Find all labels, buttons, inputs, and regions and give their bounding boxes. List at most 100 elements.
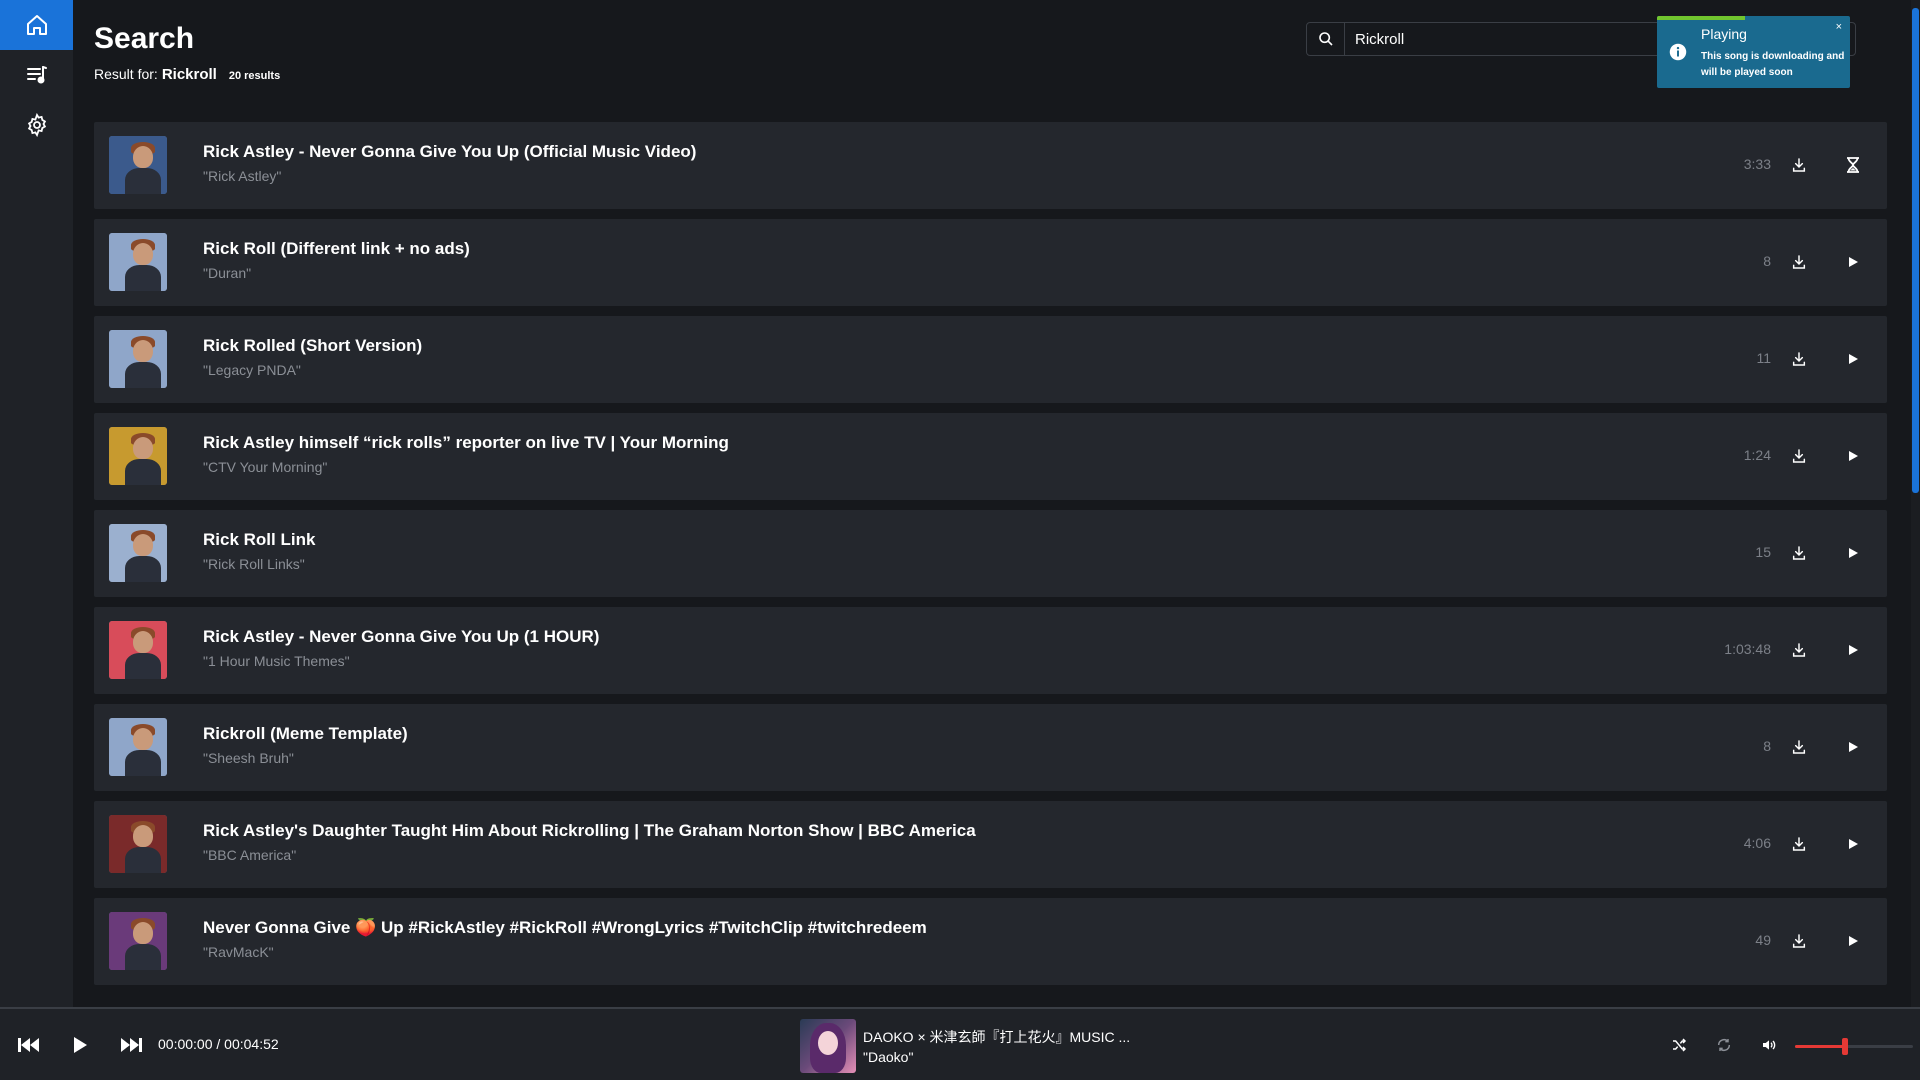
play-button[interactable] <box>1843 639 1863 661</box>
result-title: Rick Astley - Never Gonna Give You Up (O… <box>203 142 697 161</box>
toast-title: Playing <box>1701 26 1747 42</box>
result-duration: 8 <box>1763 738 1771 754</box>
page-title: Search <box>94 22 195 55</box>
result-row[interactable]: Rick Astley himself “rick rolls” reporte… <box>94 413 1887 500</box>
next-button[interactable] <box>118 1033 144 1057</box>
result-duration: 8 <box>1763 253 1771 269</box>
volume-fill <box>1795 1045 1845 1048</box>
downloading-indicator[interactable] <box>1843 154 1863 176</box>
playlist-icon <box>26 66 47 84</box>
result-thumbnail <box>109 330 167 388</box>
result-duration: 3:33 <box>1743 156 1771 172</box>
download-icon <box>1792 740 1806 754</box>
result-row[interactable]: Rick Astley - Never Gonna Give You Up (1… <box>94 607 1887 694</box>
result-artist: "RavMacK" <box>203 944 274 960</box>
download-icon <box>1792 546 1806 560</box>
now-playing-title: DAOKO × 米津玄師『打上花火』MUSIC ... <box>863 1029 1131 1045</box>
download-button[interactable] <box>1789 445 1809 467</box>
play-button[interactable] <box>1843 930 1863 952</box>
result-row[interactable]: Rick Roll (Different link + no ads) "Dura… <box>94 219 1887 306</box>
play-icon <box>1849 742 1858 752</box>
result-row[interactable]: Rick Rolled (Short Version) "Legacy PNDA"… <box>94 316 1887 403</box>
download-button[interactable] <box>1789 348 1809 370</box>
toast-notification: Playing This song is downloading and wil… <box>1657 16 1850 88</box>
play-button[interactable] <box>1843 445 1863 467</box>
download-button[interactable] <box>1789 833 1809 855</box>
shuffle-button[interactable] <box>1666 1033 1692 1057</box>
now-playing-artist: "Daoko" <box>863 1049 914 1065</box>
volume-icon <box>1763 1040 1776 1050</box>
result-row[interactable]: Rick Astley - Never Gonna Give You Up (O… <box>94 122 1887 209</box>
download-button[interactable] <box>1789 154 1809 176</box>
download-button[interactable] <box>1789 639 1809 661</box>
result-title: Rickroll (Meme Template) <box>203 724 408 743</box>
scrollbar[interactable] <box>1911 0 1920 1007</box>
play-icon <box>1849 645 1858 655</box>
search-button[interactable] <box>1307 23 1345 55</box>
scrollbar-thumb[interactable] <box>1912 8 1919 493</box>
result-row[interactable]: Rick Roll Link "Rick Roll Links" 15 <box>94 510 1887 597</box>
result-duration: 1:03:48 <box>1724 641 1771 657</box>
toast-close-button[interactable]: × <box>1836 21 1842 33</box>
result-title: Rick Astley - Never Gonna Give You Up (1… <box>203 627 600 646</box>
play-button[interactable] <box>1843 833 1863 855</box>
result-thumbnail <box>109 815 167 873</box>
repeat-icon <box>1717 1038 1731 1052</box>
result-title: Never Gonna Give 🍑 Up #RickAstley #RickR… <box>203 918 927 937</box>
next-icon <box>121 1038 142 1052</box>
sidebar-item-home[interactable] <box>0 0 73 50</box>
play-pause-button[interactable] <box>67 1033 93 1057</box>
download-icon <box>1792 352 1806 366</box>
download-button[interactable] <box>1789 251 1809 273</box>
hourglass-icon <box>1847 157 1859 173</box>
result-row[interactable]: Never Gonna Give 🍑 Up #RickAstley #RickR… <box>94 898 1887 985</box>
play-button[interactable] <box>1843 251 1863 273</box>
main-content: Search Result for: Rickroll 20 results R… <box>73 0 1920 1007</box>
play-icon <box>1849 451 1858 461</box>
search-icon <box>1318 32 1333 46</box>
repeat-button[interactable] <box>1711 1033 1737 1057</box>
result-thumbnail <box>109 912 167 970</box>
result-query: Rickroll <box>161 66 217 83</box>
result-artist: "Duran" <box>203 265 252 281</box>
playback-time: 00:00:00 / 00:04:52 <box>158 1036 279 1052</box>
previous-button[interactable] <box>16 1033 42 1057</box>
result-title: Rick Astley's Daughter Taught Him About … <box>203 821 976 840</box>
result-artist: "Rick Roll Links" <box>203 556 305 572</box>
download-button[interactable] <box>1789 930 1809 952</box>
play-button[interactable] <box>1843 736 1863 758</box>
play-icon <box>74 1037 87 1053</box>
result-thumbnail <box>109 136 167 194</box>
play-button[interactable] <box>1843 348 1863 370</box>
result-row[interactable]: Rick Astley's Daughter Taught Him About … <box>94 801 1887 888</box>
result-duration: 1:24 <box>1743 447 1771 463</box>
download-icon <box>1792 934 1806 948</box>
settings-icon <box>27 113 46 137</box>
result-prefix: Result for: <box>94 66 158 82</box>
download-icon <box>1792 158 1806 172</box>
result-row[interactable]: Rickroll (Meme Template) "Sheesh Bruh" 8 <box>94 704 1887 791</box>
results-list: Rick Astley - Never Gonna Give You Up (O… <box>94 122 1887 995</box>
home-icon <box>26 15 47 35</box>
sidebar-item-playlist[interactable] <box>0 50 73 100</box>
play-button[interactable] <box>1843 542 1863 564</box>
result-artist: "Legacy PNDA" <box>203 362 301 378</box>
result-artist: "Rick Astley" <box>203 168 282 184</box>
download-icon <box>1792 837 1806 851</box>
play-icon <box>1849 548 1858 558</box>
download-button[interactable] <box>1789 736 1809 758</box>
previous-icon <box>18 1038 39 1052</box>
sidebar <box>0 0 73 1007</box>
result-duration: 15 <box>1755 544 1771 560</box>
now-playing-thumbnail <box>800 1019 856 1073</box>
result-artist: "BBC America" <box>203 847 297 863</box>
volume-knob[interactable] <box>1841 1038 1848 1055</box>
play-icon <box>1849 936 1858 946</box>
download-icon <box>1792 255 1806 269</box>
volume-slider[interactable] <box>1795 1038 1913 1055</box>
result-artist: "CTV Your Morning" <box>203 459 328 475</box>
volume-button[interactable] <box>1756 1033 1782 1057</box>
sidebar-item-settings[interactable] <box>0 100 73 150</box>
download-button[interactable] <box>1789 542 1809 564</box>
shuffle-icon <box>1673 1038 1687 1052</box>
